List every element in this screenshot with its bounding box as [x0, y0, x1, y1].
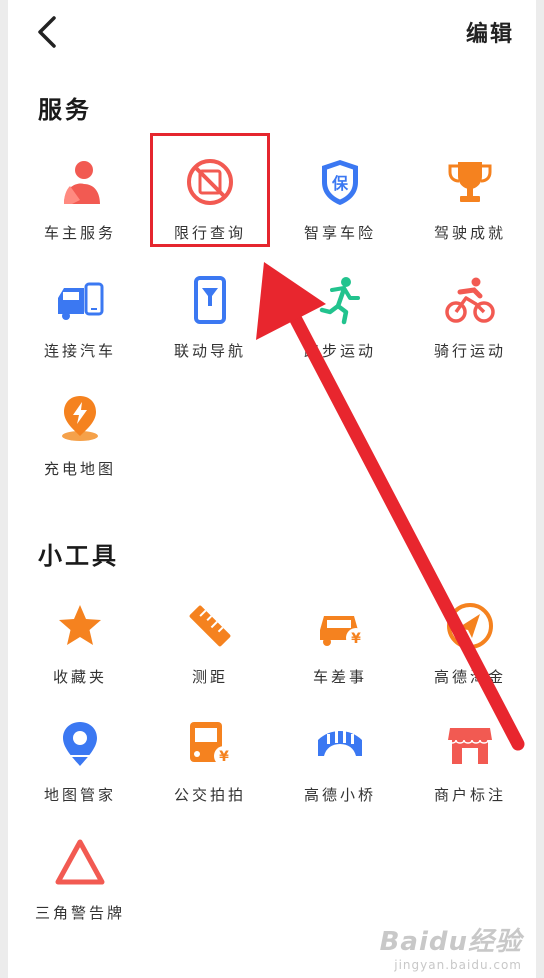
- bridge-icon: [318, 731, 362, 756]
- running-icon: [319, 277, 360, 325]
- tool-bus-snap[interactable]: ¥ 公交拍拍: [144, 702, 276, 812]
- item-label: 三角警告牌: [34, 904, 125, 922]
- map-pin-icon: [63, 722, 97, 766]
- item-label: 高德淘金: [433, 668, 506, 686]
- ruler-icon: [189, 605, 231, 647]
- item-label: 收藏夹: [52, 668, 107, 686]
- service-car-insurance[interactable]: 保 智享车险: [274, 140, 406, 250]
- svg-text:保: 保: [331, 174, 349, 193]
- bus-icon: ¥: [190, 722, 234, 766]
- tool-gold-rush[interactable]: 高德淘金: [404, 584, 536, 694]
- tool-car-errand[interactable]: ¥ 车差事: [274, 584, 406, 694]
- tool-merchant-mark[interactable]: 商户标注: [404, 702, 536, 812]
- watermark-logo: Baidu经验: [379, 927, 522, 957]
- watermark-url: jingyan.baidu.com: [394, 958, 522, 972]
- service-car-owner[interactable]: 车主服务: [14, 140, 146, 250]
- item-label: 商户标注: [433, 786, 506, 804]
- services-section-title: 服务: [38, 96, 92, 124]
- service-cycling[interactable]: 骑行运动: [404, 258, 536, 368]
- back-arrow-icon[interactable]: [32, 14, 62, 50]
- item-label: 测距: [191, 668, 228, 686]
- item-label: 跑步运动: [303, 342, 376, 360]
- service-phone-navigation[interactable]: 联动导航: [144, 258, 276, 368]
- tools-page: 编辑 服务 车主服务 限行查询 保 智享车险 驾驶成就 连接汽车 联动导航 跑步…: [8, 0, 536, 978]
- item-label: 骑行运动: [433, 342, 506, 360]
- item-label: 公交拍拍: [173, 786, 246, 804]
- cycling-icon: [445, 277, 495, 323]
- phone-navigation-icon: [194, 276, 226, 324]
- service-car-connect[interactable]: 连接汽车: [14, 258, 146, 368]
- star-icon: [59, 605, 101, 645]
- tool-favorites[interactable]: 收藏夹: [14, 584, 146, 694]
- svg-text:¥: ¥: [219, 749, 229, 765]
- warning-triangle-icon: [55, 839, 105, 885]
- item-label: 地图管家: [43, 786, 116, 804]
- car-errand-icon: ¥: [320, 616, 366, 648]
- watermark: Baidu经验 jingyan.baidu.com: [380, 921, 522, 972]
- item-label: 驾驶成就: [433, 224, 506, 242]
- item-label: 高德小桥: [303, 786, 376, 804]
- tool-measure[interactable]: 测距: [144, 584, 276, 694]
- item-label: 连接汽车: [43, 342, 116, 360]
- service-driving-achievement[interactable]: 驾驶成就: [404, 140, 536, 250]
- car-insurance-icon: 保: [322, 160, 358, 205]
- service-charging-map[interactable]: 充电地图: [14, 376, 146, 486]
- item-label: 充电地图: [43, 460, 116, 478]
- charging-map-icon: [62, 396, 98, 441]
- highlight-box: [150, 133, 270, 247]
- edit-button[interactable]: 编辑: [466, 16, 514, 48]
- car-owner-icon: [64, 161, 100, 204]
- svg-text:¥: ¥: [351, 631, 361, 647]
- car-connect-icon: [58, 282, 104, 320]
- tool-map-steward[interactable]: 地图管家: [14, 702, 146, 812]
- gold-rush-icon: [447, 603, 493, 649]
- service-running[interactable]: 跑步运动: [274, 258, 406, 368]
- item-label: 智享车险: [303, 224, 376, 242]
- store-icon: [447, 728, 492, 764]
- tool-amap-bridge[interactable]: 高德小桥: [274, 702, 406, 812]
- top-bar: 编辑: [8, 0, 536, 64]
- tool-warning-triangle[interactable]: 三角警告牌: [14, 820, 146, 930]
- item-label: 车主服务: [43, 224, 116, 242]
- trophy-icon: [448, 162, 492, 202]
- item-label: 联动导航: [173, 342, 246, 360]
- tools-section-title: 小工具: [38, 542, 119, 570]
- item-label: 车差事: [312, 668, 367, 686]
